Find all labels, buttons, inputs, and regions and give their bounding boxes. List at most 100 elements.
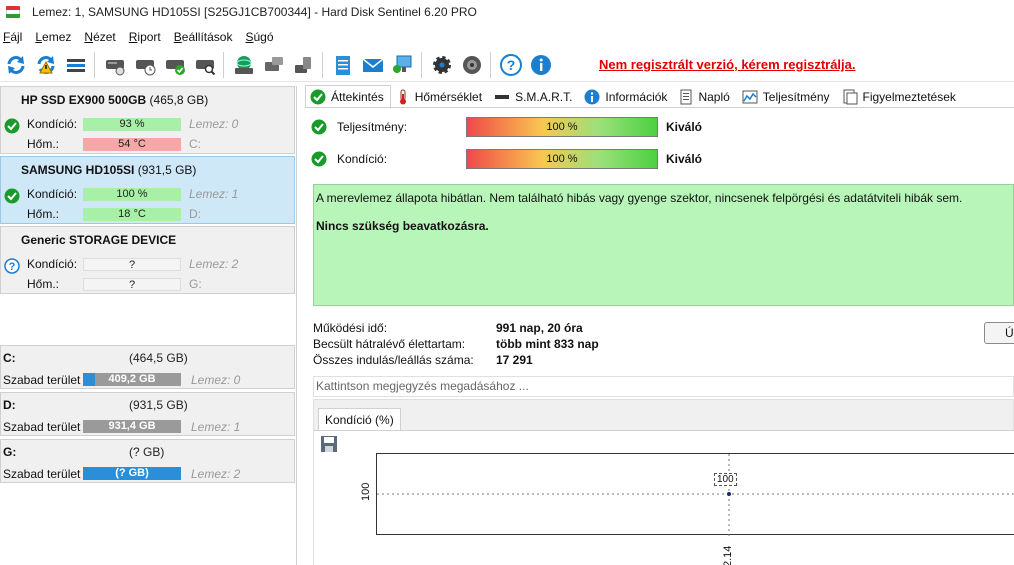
side-button[interactable]: Ú [984,322,1014,344]
drive-letter: G: [189,277,202,291]
disk-bar-icon[interactable] [62,51,90,79]
performance-rating: Kiváló [666,120,703,134]
tab-temperature[interactable]: Hőmérséklet [391,85,489,107]
details-panel: Áttekintés Hőmérséklet S.M.A.R.T. Inform… [301,85,1014,565]
condition-bar: 93 % [83,118,181,131]
disk-ref: Lemez: 2 [189,257,239,271]
tab-strip: Áttekintés Hőmérséklet S.M.A.R.T. Inform… [305,85,1014,108]
free-space-bar: 931,4 GB [83,420,181,433]
volume-letter: G: [3,445,17,459]
disk-test-icon[interactable] [101,51,129,79]
menu-disk[interactable]: Lemez [33,30,81,44]
chart-tab-condition[interactable]: Kondíció (%) [318,408,401,430]
tab-log[interactable]: Napló [674,85,736,107]
mail-icon[interactable] [359,51,387,79]
disk-ref: Lemez: 0 [191,373,241,387]
save-icon[interactable] [320,435,338,453]
chart-container: 100 2.14 100 [314,430,1014,565]
chart-plot-area [376,453,1014,536]
svg-text:?: ? [507,57,516,73]
condition-label: Kondíció: [27,257,78,271]
menu-report[interactable]: Riport [127,30,171,44]
disk-tools-icon[interactable] [260,51,288,79]
tab-performance[interactable]: Teljesítmény [737,85,837,107]
info-icon[interactable] [527,51,555,79]
performance-bar: 100 % [466,117,658,137]
data-point-label: 100 [714,473,737,486]
stats-labels: Működési idő: Becsült hátralévő élettart… [313,320,474,368]
thermometer-icon [396,89,410,105]
disk-title: HP SSD EX900 500GB (465,8 GB) [21,93,209,107]
title-bar: Lemez: 1, SAMSUNG HD105SI [S25GJ1CB70034… [0,0,1014,24]
smart-bar-icon [494,89,510,105]
disk-card-2[interactable]: Generic STORAGE DEVICE ? Kondíció: ? Lem… [0,226,295,294]
help-icon[interactable]: ? [497,51,525,79]
condition-row: Kondíció: 100 % Kiváló [311,148,1011,170]
condition-rating: Kiváló [666,152,703,166]
condition-bar: 100 % [83,188,181,201]
disk-card-1[interactable]: SAMSUNG HD105SI (931,5 GB) Kondíció: 100… [0,156,295,224]
start-stop-value: 17 291 [496,353,533,367]
uptime-value: 991 nap, 20 óra [496,321,583,335]
ok-check-icon [311,119,327,135]
notepad-icon[interactable] [329,51,357,79]
speaker-icon[interactable] [458,51,486,79]
remaining-life-label: Becsült hátralévő élettartam: [313,337,466,351]
disk-ref: Lemez: 0 [189,117,239,131]
menu-settings[interactable]: Beállítások [172,30,243,44]
tab-information[interactable]: Információk [579,85,674,107]
register-link[interactable]: Nem regisztrált verzió, kérem regisztrál… [599,57,856,72]
status-summary-box: A merevlemez állapota hibátlan. Nem talá… [313,184,1014,306]
network-icon[interactable] [389,51,417,79]
free-space-label: Szabad terület [3,467,81,481]
disk-ok-icon[interactable] [161,51,189,79]
volume-size: (931,5 GB) [129,398,188,412]
volume-card-c[interactable]: C: (464,5 GB) Szabad terület 409,2 GB Le… [0,345,295,389]
volume-letter: C: [3,351,16,365]
note-input[interactable]: Kattintson megjegyzés megadásához ... [313,376,1014,397]
info-icon [584,89,600,105]
summary-recommendation: Nincs szükség beavatkozásra. [316,219,489,233]
settings-gear-icon[interactable] [428,51,456,79]
disk-copy-icon[interactable] [290,51,318,79]
volume-card-d[interactable]: D: (931,5 GB) Szabad terület 931,4 GB Le… [0,392,295,436]
refresh-icon[interactable] [2,51,30,79]
toolbar-separator [421,51,422,78]
temperature-bar: 18 °C [83,208,181,221]
performance-row: Teljesítmény: 100 % Kiváló [311,116,1011,138]
temperature-bar: 54 °C [83,138,181,151]
condition-label: Kondíció: [337,152,388,166]
performance-icon [742,89,758,105]
menu-view[interactable]: Nézet [82,30,125,44]
log-icon [679,89,693,105]
toolbar-separator [490,51,491,78]
remaining-life-value: több mint 833 nap [496,337,599,351]
disk-search-icon[interactable] [191,51,219,79]
window-title: Lemez: 1, SAMSUNG HD105SI [S25GJ1CB70034… [32,5,477,19]
menu-bar: Fájl Lemez Nézet Riport Beállítások Súgó [0,27,284,47]
menu-help[interactable]: Súgó [243,30,283,44]
tab-overview[interactable]: Áttekintés [305,85,391,107]
toolbar-separator [94,51,95,78]
volume-card-g[interactable]: G: (? GB) Szabad terület (? GB) Lemez: 2 [0,439,295,483]
condition-label: Kondíció: [27,187,78,201]
temperature-label: Hőm.: [27,137,60,151]
drive-letter: D: [189,207,201,221]
summary-text: A merevlemez állapota hibátlan. Nem talá… [316,191,963,205]
data-point [727,492,731,496]
volume-letter: D: [3,398,16,412]
network-disk-icon[interactable] [230,51,258,79]
tab-smart[interactable]: S.M.A.R.T. [489,85,579,107]
menu-file[interactable]: Fájl [1,30,32,44]
tab-alerts[interactable]: Figyelmeztetések [837,85,963,107]
condition-bar: 100 % [466,149,658,169]
disk-card-0[interactable]: HP SSD EX900 500GB (465,8 GB) Kondíció: … [0,86,295,154]
temperature-label: Hőm.: [27,277,60,291]
refresh-warning-icon[interactable] [32,51,60,79]
free-space-label: Szabad terület [3,373,81,387]
disk-schedule-icon[interactable] [131,51,159,79]
volume-size: (464,5 GB) [129,351,188,365]
disk-title: Generic STORAGE DEVICE [21,233,177,247]
unknown-question-icon: ? [4,258,20,274]
toolbar: ? Nem regisztrált verzió, kérem regisztr… [0,48,1014,82]
